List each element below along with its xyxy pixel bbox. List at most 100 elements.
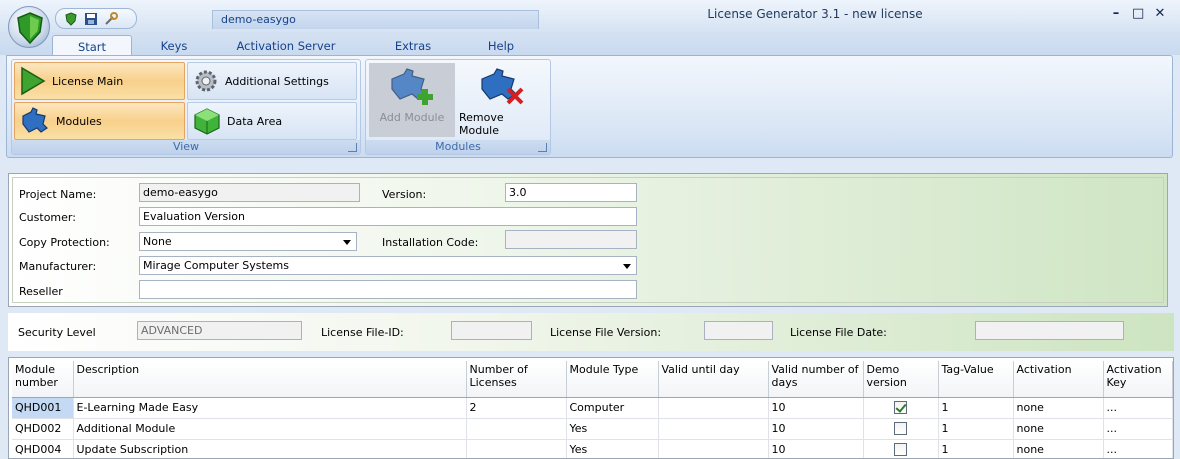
- reseller-label: Reseller: [19, 285, 63, 298]
- demo-version-checkbox[interactable]: [894, 443, 907, 457]
- valid-until-cell[interactable]: [658, 418, 769, 440]
- column-header-number-of-licenses[interactable]: Number of Licenses: [466, 361, 567, 398]
- tab-activation-server[interactable]: Activation Server: [222, 35, 350, 56]
- valid-days-cell[interactable]: 10: [768, 397, 864, 419]
- valid-days-cell[interactable]: 10: [768, 418, 864, 440]
- title-bar: demo-easygo License Generator 3.1 - new …: [0, 0, 1180, 32]
- customer-field[interactable]: Evaluation Version: [139, 207, 637, 226]
- add-module-label: Add Module: [379, 111, 445, 124]
- column-header-activation-key[interactable]: Activation Key: [1103, 361, 1173, 398]
- demo-version-checkbox[interactable]: [894, 422, 907, 436]
- copy-protection-label: Copy Protection:: [19, 236, 110, 249]
- module-type-cell[interactable]: Yes: [566, 418, 659, 440]
- modules-label: Modules: [56, 114, 102, 128]
- save-icon[interactable]: [84, 12, 98, 26]
- tab-keys[interactable]: Keys: [138, 35, 210, 56]
- table-row[interactable]: QHD002 Additional Module Yes 10 1 none .…: [12, 418, 1173, 440]
- quick-access-toolbar: [55, 8, 137, 29]
- window-title: License Generator 3.1 - new license: [707, 7, 923, 21]
- licenses-cell[interactable]: [466, 439, 567, 458]
- modules-group: Add Module Remove Module Modules: [365, 59, 551, 155]
- gear-icon: [195, 70, 217, 92]
- tab-extras[interactable]: Extras: [372, 35, 454, 56]
- column-header-module-type[interactable]: Module Type: [566, 361, 659, 398]
- copy-protection-select[interactable]: None: [139, 232, 357, 251]
- module-type-cell[interactable]: Yes: [566, 439, 659, 458]
- column-header-demo-version[interactable]: Demo version: [863, 361, 939, 398]
- licenses-cell[interactable]: [466, 418, 567, 440]
- license-main-button[interactable]: License Main: [14, 62, 185, 100]
- play-icon: [21, 66, 46, 96]
- document-tab[interactable]: demo-easygo: [212, 10, 539, 29]
- manufacturer-select[interactable]: Mirage Computer Systems: [139, 256, 637, 275]
- column-header-tag-value[interactable]: Tag-Value: [938, 361, 1014, 398]
- puzzle-icon: [22, 107, 48, 133]
- valid-until-cell[interactable]: [658, 397, 769, 419]
- column-header-module-number[interactable]: Module number: [12, 361, 74, 398]
- tab-start[interactable]: Start: [52, 35, 132, 56]
- tag-value-cell[interactable]: 1: [938, 439, 1014, 458]
- demo-version-checkbox[interactable]: [894, 401, 907, 415]
- description-cell[interactable]: Update Subscription: [73, 439, 467, 458]
- module-number-cell[interactable]: QHD001: [12, 397, 74, 419]
- tools-icon[interactable]: [104, 11, 118, 26]
- shield-icon[interactable]: [64, 11, 78, 26]
- application-menu-button[interactable]: [8, 6, 50, 48]
- minimize-icon[interactable]: –: [1110, 6, 1122, 21]
- manufacturer-label: Manufacturer:: [19, 260, 97, 273]
- description-cell[interactable]: E-Learning Made Easy: [73, 397, 467, 419]
- reseller-field[interactable]: [139, 280, 637, 299]
- add-puzzle-icon: [391, 68, 433, 105]
- module-type-cell[interactable]: Computer: [566, 397, 659, 419]
- close-icon[interactable]: ✕: [1154, 6, 1166, 21]
- modules-grid: Module number Description Number of Lice…: [8, 357, 1174, 459]
- table-row[interactable]: QHD004 Update Subscription Yes 10 1 none…: [12, 439, 1173, 458]
- license-file-version-field[interactable]: [704, 321, 773, 340]
- installation-code-field[interactable]: [505, 230, 637, 249]
- module-number-cell[interactable]: QHD002: [12, 418, 74, 440]
- license-main-label: License Main: [52, 74, 124, 88]
- additional-settings-label: Additional Settings: [225, 74, 329, 88]
- valid-until-cell[interactable]: [658, 439, 769, 458]
- licenses-cell[interactable]: 2: [466, 397, 567, 419]
- activation-cell[interactable]: none: [1013, 397, 1104, 419]
- modules-dialog-launcher-icon[interactable]: [538, 143, 547, 152]
- modules-button[interactable]: Modules: [14, 102, 185, 140]
- view-group-label: View: [12, 140, 360, 154]
- license-file-date-field[interactable]: [975, 321, 1124, 340]
- data-cube-icon: [194, 108, 220, 135]
- column-header-valid-until-day[interactable]: Valid until day: [658, 361, 769, 398]
- tag-value-cell[interactable]: 1: [938, 418, 1014, 440]
- column-header-description[interactable]: Description: [73, 361, 467, 398]
- view-dialog-launcher-icon[interactable]: [348, 143, 357, 152]
- description-cell[interactable]: Additional Module: [73, 418, 467, 440]
- valid-days-cell[interactable]: 10: [768, 439, 864, 458]
- security-level-field[interactable]: ADVANCED: [137, 321, 302, 340]
- table-row[interactable]: QHD001 E-Learning Made Easy 2 Computer 1…: [12, 397, 1173, 419]
- column-header-valid-number-of-days[interactable]: Valid number of days: [768, 361, 864, 398]
- activation-cell[interactable]: none: [1013, 439, 1104, 458]
- activation-key-cell[interactable]: ...: [1103, 397, 1173, 419]
- version-field[interactable]: 3.0: [505, 183, 637, 202]
- add-module-button[interactable]: Add Module: [369, 63, 455, 137]
- customer-label: Customer:: [19, 211, 76, 224]
- demo-version-cell: [863, 397, 939, 419]
- activation-key-cell[interactable]: ...: [1103, 418, 1173, 440]
- license-file-id-label: License File-ID:: [321, 326, 404, 339]
- installation-code-label: Installation Code:: [382, 236, 479, 249]
- tab-help[interactable]: Help: [466, 35, 536, 56]
- module-number-cell[interactable]: QHD004: [12, 439, 74, 458]
- activation-cell[interactable]: none: [1013, 418, 1104, 440]
- activation-key-cell[interactable]: ...: [1103, 439, 1173, 458]
- column-header-activation[interactable]: Activation: [1013, 361, 1104, 398]
- additional-settings-button[interactable]: Additional Settings: [187, 62, 357, 100]
- ribbon-tab-row: Start Keys Activation Server Extras Help: [0, 32, 1180, 56]
- demo-version-cell: [863, 439, 939, 458]
- tag-value-cell[interactable]: 1: [938, 397, 1014, 419]
- shield-logo-icon: [17, 12, 43, 44]
- license-file-id-field[interactable]: [451, 321, 532, 340]
- maximize-icon[interactable]: □: [1132, 6, 1144, 21]
- data-area-button[interactable]: Data Area: [187, 102, 357, 140]
- project-name-field[interactable]: demo-easygo: [139, 183, 360, 202]
- remove-module-button[interactable]: Remove Module: [459, 63, 545, 137]
